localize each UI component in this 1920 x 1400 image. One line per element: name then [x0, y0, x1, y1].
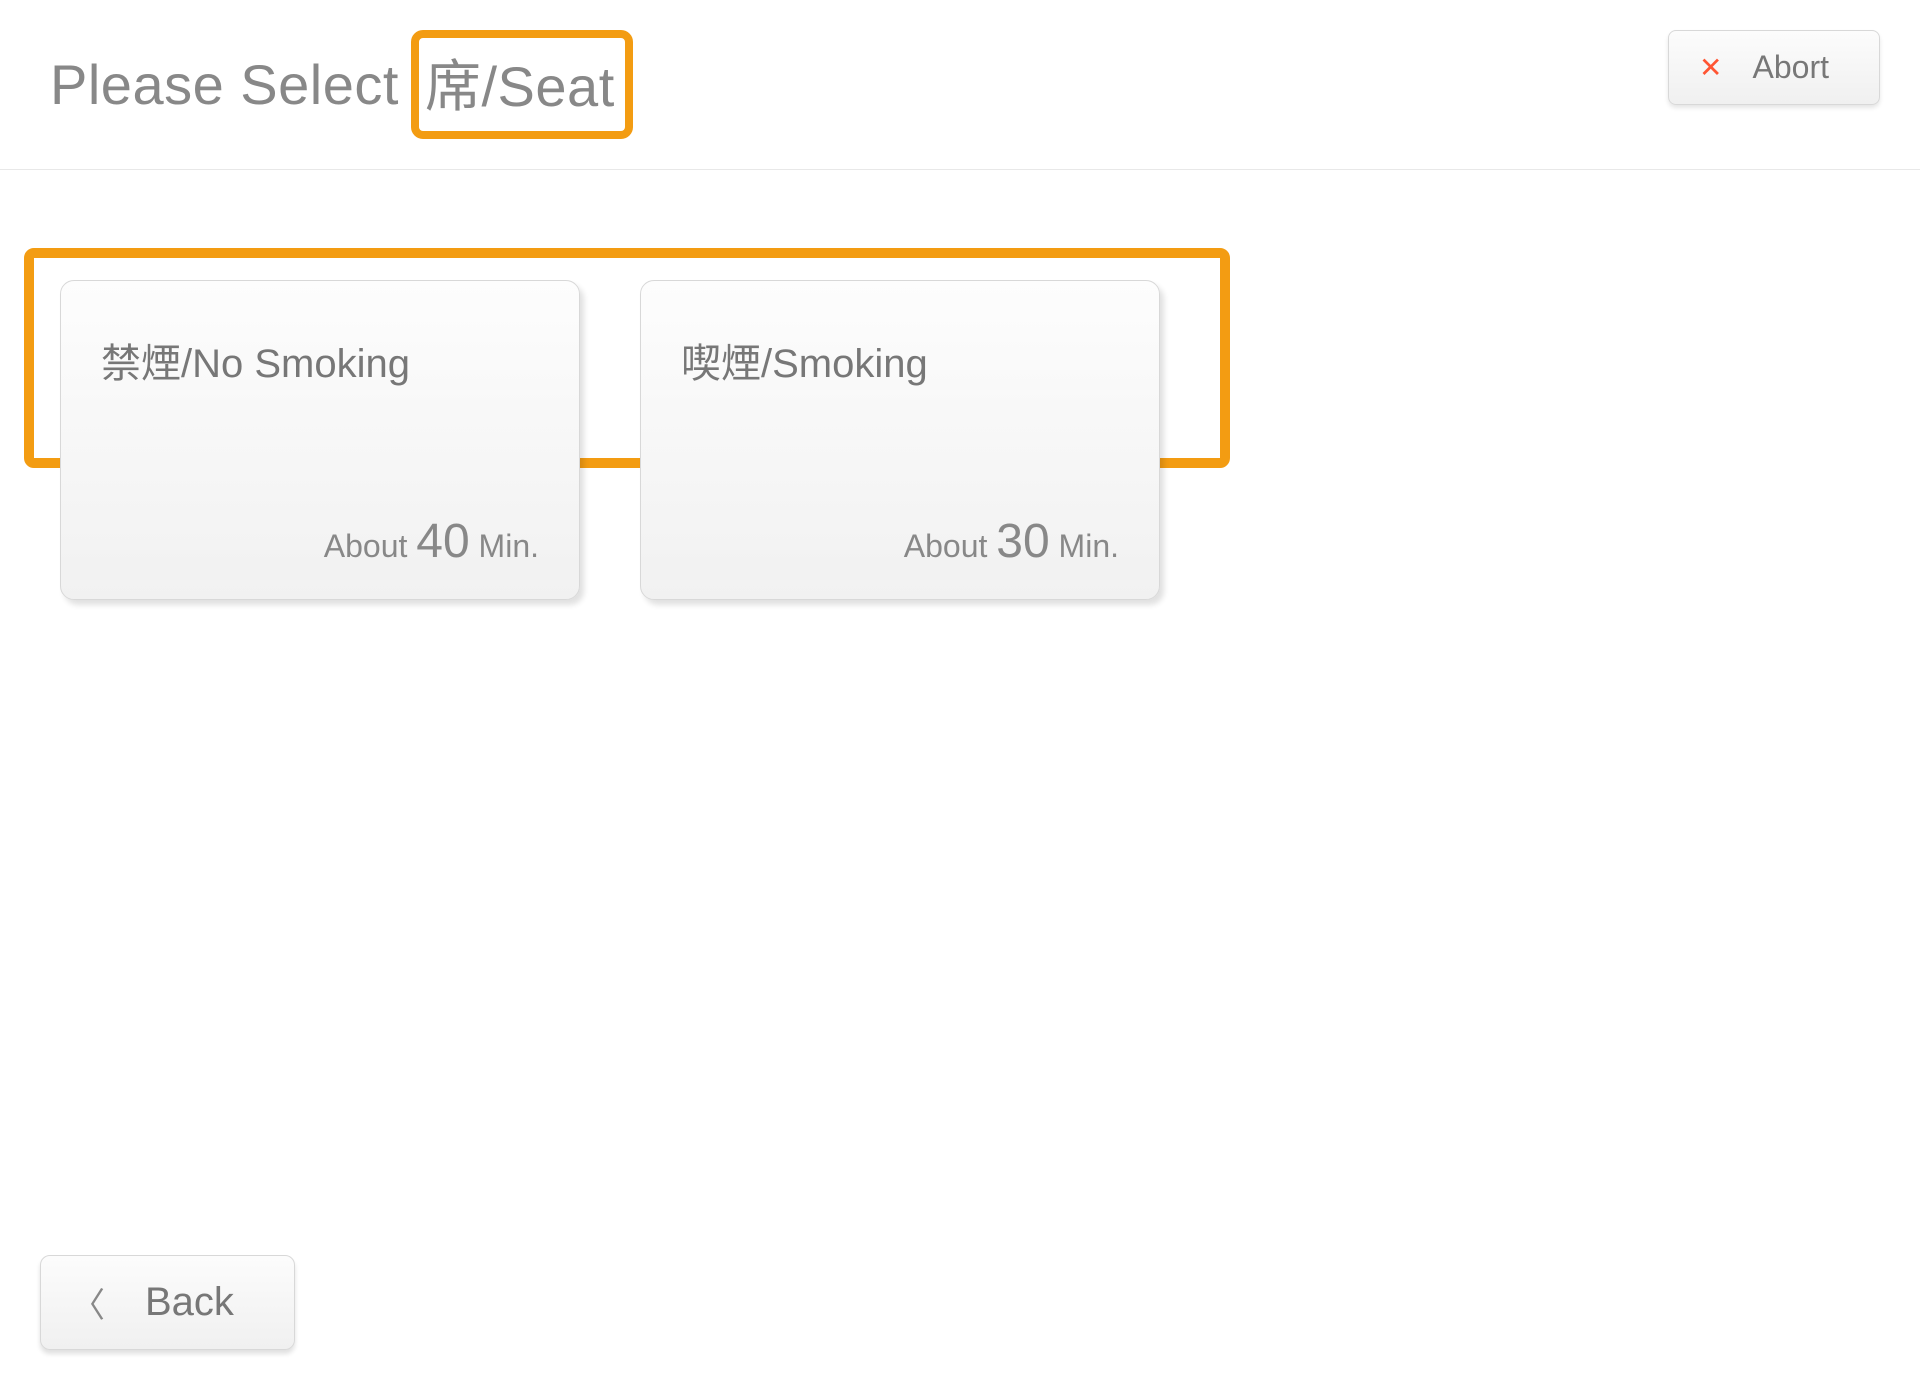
abort-label: Abort — [1753, 49, 1829, 86]
option-label: 喫煙/Smoking — [681, 331, 1119, 389]
abort-button[interactable]: ✕ Abort — [1668, 30, 1880, 105]
page-title: Please Select 席/Seat — [50, 30, 633, 139]
header: Please Select 席/Seat ✕ Abort — [0, 0, 1920, 170]
option-no-smoking[interactable]: 禁煙/No Smoking About 40 Min. — [60, 280, 580, 600]
back-label: Back — [145, 1280, 234, 1325]
title-highlight-annotation: 席/Seat — [411, 30, 633, 139]
back-button[interactable]: 〈 Back — [40, 1255, 295, 1350]
option-smoking[interactable]: 喫煙/Smoking About 30 Min. — [640, 280, 1160, 600]
option-label: 禁煙/No Smoking — [101, 331, 539, 389]
chevron-left-icon: 〈 — [71, 1278, 105, 1327]
option-wait-time: About 40 Min. — [101, 514, 539, 569]
close-icon: ✕ — [1699, 51, 1722, 84]
seat-options-row: 禁煙/No Smoking About 40 Min. 喫煙/Smoking A… — [60, 280, 1860, 600]
content-area: 禁煙/No Smoking About 40 Min. 喫煙/Smoking A… — [0, 170, 1920, 600]
option-wait-time: About 30 Min. — [681, 514, 1119, 569]
title-prefix: Please Select — [50, 52, 399, 117]
